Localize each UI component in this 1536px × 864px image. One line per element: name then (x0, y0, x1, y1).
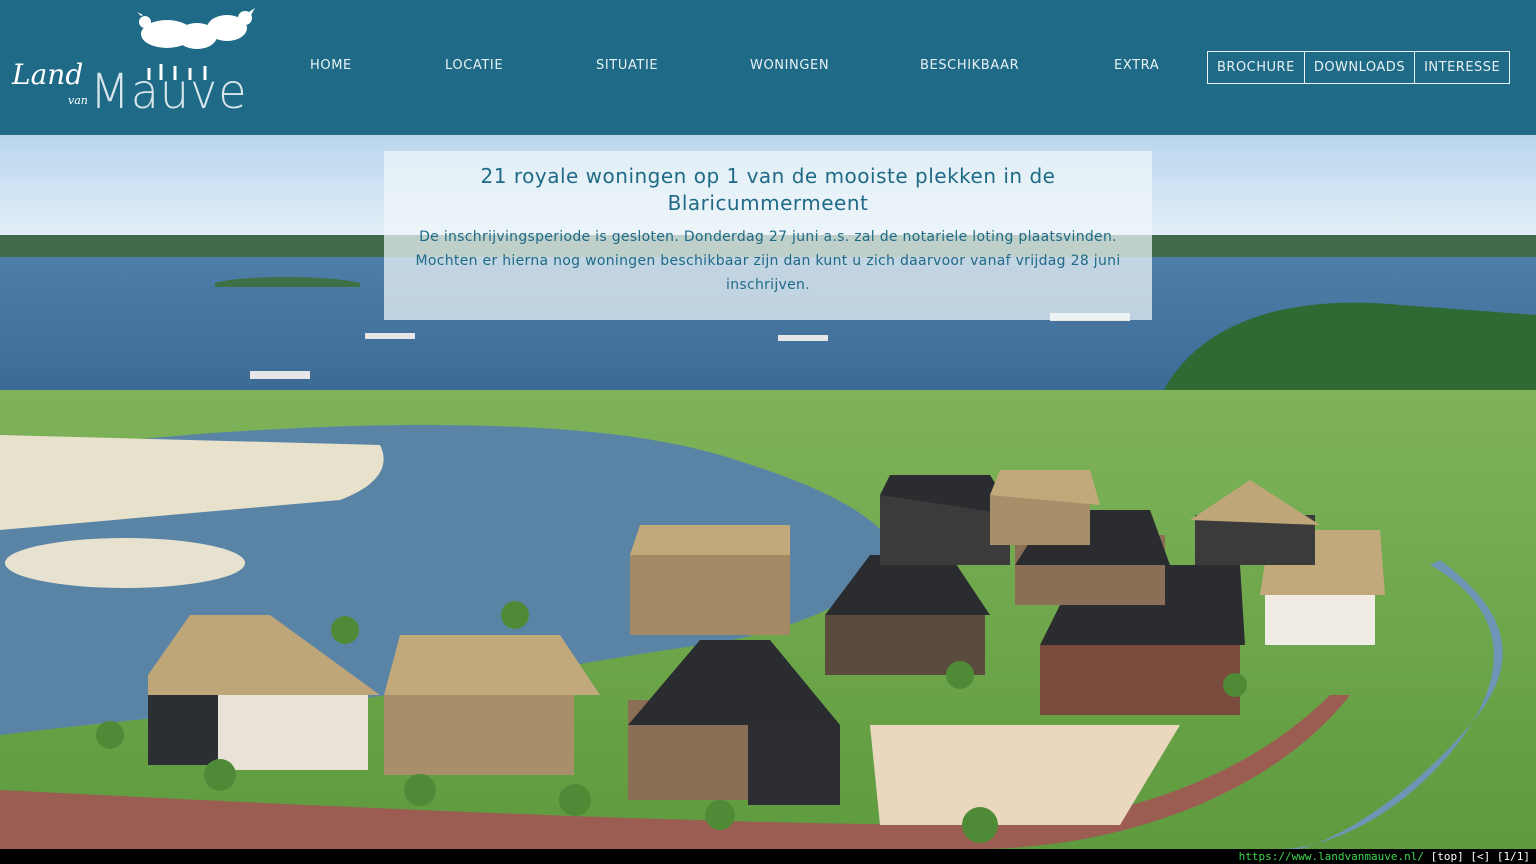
site-header: Land van Mauve HOME LOCATIE SITUATIE WON… (0, 0, 1536, 135)
status-bar: https://www.landvanmauve.nl/ [top] [<] [… (0, 849, 1536, 864)
downloads-button[interactable]: DOWNLOADS (1305, 52, 1416, 83)
intro-title: 21 royale woningen op 1 van de mooiste p… (480, 164, 1056, 215)
status-nav[interactable]: [top] [<] [1/1] (1431, 850, 1530, 863)
nav-locatie[interactable]: LOCATIE (445, 58, 503, 73)
nav-situatie[interactable]: SITUATIE (596, 58, 658, 73)
nav-woningen[interactable]: WONINGEN (750, 58, 829, 73)
status-url[interactable]: https://www.landvanmauve.nl/ (1239, 850, 1424, 863)
intro-text: De inschrijvingsperiode is gesloten. Don… (415, 229, 1121, 293)
interesse-button[interactable]: INTERESSE (1415, 52, 1509, 83)
nav-home[interactable]: HOME (310, 58, 352, 73)
intro-panel: 21 royale woningen op 1 van de mooiste p… (384, 151, 1152, 320)
header-button-group: BROCHURE DOWNLOADS INTERESSE (1207, 51, 1511, 84)
nav-beschikbaar[interactable]: BESCHIKBAAR (920, 58, 1019, 73)
nav-extra[interactable]: EXTRA (1114, 58, 1159, 73)
brochure-button[interactable]: BROCHURE (1208, 52, 1305, 83)
